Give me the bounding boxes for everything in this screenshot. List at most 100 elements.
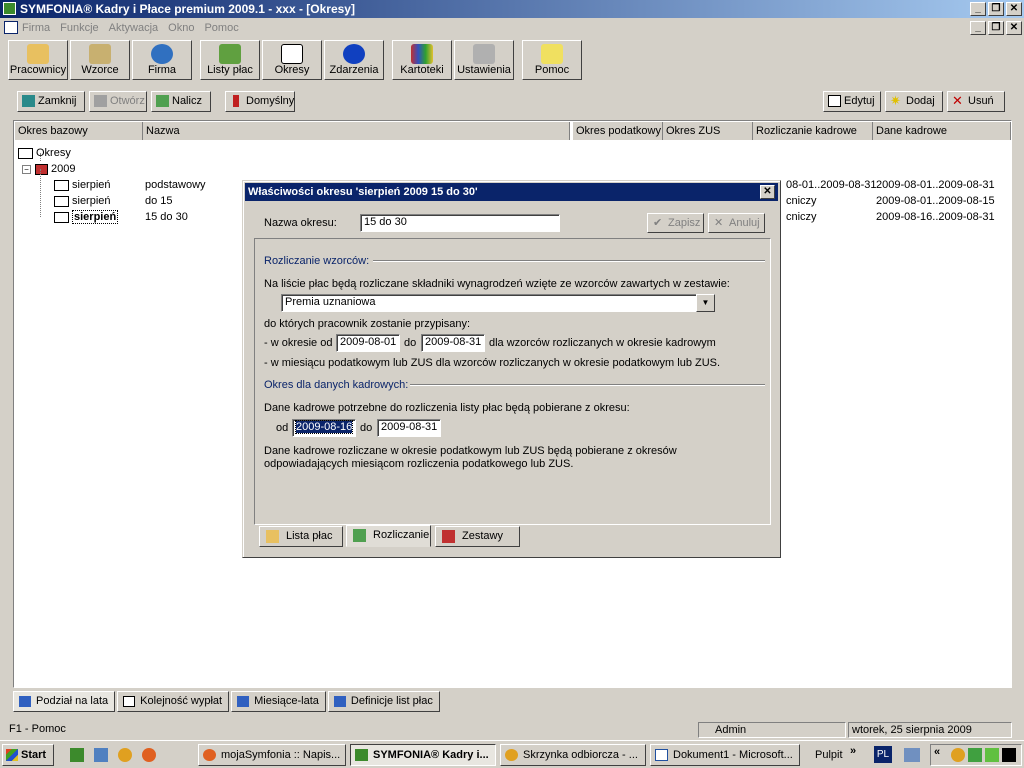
col-nazwa[interactable]: Nazwa bbox=[143, 122, 570, 140]
sliders-icon bbox=[473, 44, 495, 64]
menu-aktywacja[interactable]: Aktywacja bbox=[109, 19, 159, 37]
exclamation-icon bbox=[233, 95, 239, 107]
do2-date-input[interactable]: 2009-08-31 bbox=[377, 419, 441, 437]
wzorce-button[interactable]: Wzorce bbox=[70, 40, 130, 80]
anuluj-button[interactable]: ✕ Anuluj bbox=[708, 213, 765, 233]
calculator-icon bbox=[353, 529, 366, 542]
usun-button[interactable]: ✕ Usuń bbox=[947, 91, 1005, 112]
col-okres-bazowy[interactable]: Okres bazowy bbox=[15, 122, 143, 140]
listy-plac-button[interactable]: Listy płac bbox=[200, 40, 260, 80]
group-dane-kadrowe: Okres dla danych kadrowych: bbox=[264, 379, 409, 391]
quicklaunch-outlook-icon[interactable] bbox=[118, 748, 132, 762]
start-button[interactable]: Start bbox=[2, 744, 54, 766]
task-mojasymfonia[interactable]: mojaSymfonia :: Napis... bbox=[198, 744, 346, 766]
firma-button[interactable]: Firma bbox=[132, 40, 192, 80]
dialog-tab-zestawy[interactable]: Zestawy bbox=[435, 526, 520, 547]
okresy-button[interactable]: Okresy bbox=[262, 40, 322, 80]
check-icon: ✔ bbox=[653, 217, 663, 229]
quicklaunch-firefox-icon[interactable] bbox=[142, 748, 156, 762]
mdi-minimize-button[interactable]: _ bbox=[970, 21, 986, 35]
list-icon bbox=[123, 696, 136, 707]
pomoc-button[interactable]: Pomoc bbox=[522, 40, 582, 80]
kartoteki-button[interactable]: Kartoteki bbox=[392, 40, 452, 80]
tab-label: Definicje list płac bbox=[350, 695, 433, 707]
quicklaunch-desktop-icon[interactable] bbox=[94, 748, 108, 762]
tray-messenger-icon[interactable] bbox=[985, 748, 999, 762]
text-dane-kadrowe-zus-1: Dane kadrowe rozliczane w okresie podatk… bbox=[264, 445, 677, 457]
restore-button[interactable]: ❐ bbox=[988, 2, 1004, 16]
dialog-tab-rozliczanie[interactable]: Rozliczanie bbox=[346, 525, 431, 547]
col-dane-kadrowe[interactable]: Dane kadrowe bbox=[873, 122, 1011, 140]
tree-year[interactable]: − 2009 bbox=[22, 161, 75, 177]
od-date-input[interactable]: 2009-08-01 bbox=[336, 334, 400, 352]
toolbar-expand-icon[interactable]: » bbox=[850, 745, 856, 757]
task-label: mojaSymfonia :: Napis... bbox=[221, 749, 341, 761]
zamknij-button[interactable]: Zamknij bbox=[17, 91, 85, 112]
mdi-restore-button[interactable]: ❐ bbox=[988, 21, 1004, 35]
nalicz-button[interactable]: Nalicz bbox=[151, 91, 211, 112]
start-label: Start bbox=[21, 749, 47, 761]
globe-icon bbox=[151, 44, 173, 64]
pulpit-toolbar[interactable]: Pulpit bbox=[815, 748, 843, 762]
ustawienia-button[interactable]: Ustawienia bbox=[454, 40, 514, 80]
app-icon bbox=[3, 2, 16, 15]
tree-row[interactable]: sierpień bbox=[54, 193, 111, 209]
dialog-tab-lista-plac[interactable]: Lista płac bbox=[259, 526, 343, 547]
od2-date-input[interactable]: 2009-08-16 bbox=[292, 419, 356, 437]
mdi-close-button[interactable]: ✕ bbox=[1006, 21, 1022, 35]
tree-row[interactable]: sierpień bbox=[54, 177, 111, 193]
language-indicator[interactable]: PL bbox=[874, 746, 892, 763]
collapse-icon[interactable]: − bbox=[22, 164, 31, 174]
task-symfonia[interactable]: SYMFONIA® Kadry i... bbox=[350, 744, 496, 766]
do-date-input[interactable]: 2009-08-31 bbox=[421, 334, 485, 352]
nalicz-label: Nalicz bbox=[172, 95, 202, 107]
tab-podzial-na-lata[interactable]: Podział na lata bbox=[13, 691, 116, 712]
text-przypisany: do których pracownik zostanie przypisany… bbox=[264, 318, 471, 330]
domyslny-button[interactable]: Domyślny bbox=[225, 91, 295, 112]
menu-firma[interactable]: Firma bbox=[22, 19, 50, 37]
network-icon[interactable] bbox=[904, 748, 920, 762]
close-button[interactable]: ✕ bbox=[1006, 2, 1022, 16]
status-date: wtorek, 25 sierpnia 2009 bbox=[848, 722, 1012, 738]
tree-root[interactable]: Okresy bbox=[18, 145, 71, 161]
tray-expand-icon[interactable]: « bbox=[934, 746, 940, 758]
tab-kolejnosc-wyplat[interactable]: Kolejność wypłat bbox=[117, 691, 230, 712]
zestaw-select[interactable]: Premia uznaniowa bbox=[281, 294, 715, 312]
row-nazwa: 15 do 30 bbox=[145, 211, 188, 223]
menu-funkcje[interactable]: Funkcje bbox=[60, 19, 99, 37]
edytuj-button[interactable]: Edytuj bbox=[823, 91, 881, 112]
tray-shield-icon[interactable] bbox=[968, 748, 982, 762]
dodaj-button[interactable]: ✷ Dodaj bbox=[885, 91, 943, 112]
task-outlook[interactable]: Skrzynka odbiorcza - ... bbox=[500, 744, 646, 766]
dialog-close-button[interactable]: ✕ bbox=[760, 185, 775, 199]
col-okres-podatkowy[interactable]: Okres podatkowy bbox=[573, 122, 663, 140]
otworz-button[interactable]: Otwórz bbox=[89, 91, 147, 112]
task-word[interactable]: Dokument1 - Microsoft... bbox=[650, 744, 800, 766]
book-icon bbox=[54, 195, 69, 207]
pracownicy-button[interactable]: Pracownicy bbox=[8, 40, 68, 80]
tray-monitor-icon[interactable] bbox=[1002, 748, 1016, 762]
tree-row-selected[interactable]: sierpień bbox=[54, 209, 119, 225]
tree-year-label: 2009 bbox=[51, 163, 76, 175]
outlook-icon bbox=[505, 749, 518, 761]
tab-label: Kolejność wypłat bbox=[140, 695, 223, 707]
calendar-icon bbox=[281, 44, 303, 64]
menu-okno[interactable]: Okno bbox=[168, 19, 194, 37]
menu-pomoc[interactable]: Pomoc bbox=[204, 19, 238, 37]
col-okres-zus[interactable]: Okres ZUS bbox=[663, 122, 753, 140]
name-input[interactable]: 15 do 30 bbox=[360, 214, 560, 232]
tray-clock-icon[interactable] bbox=[951, 748, 965, 762]
domyslny-label: Domyślny bbox=[246, 95, 295, 107]
tab-definicje-list-plac[interactable]: Definicje list płac bbox=[327, 691, 440, 712]
zapisz-button[interactable]: ✔ Zapisz bbox=[647, 213, 704, 233]
quicklaunch-symfonia-icon[interactable] bbox=[70, 748, 84, 762]
text-zestaw-info: Na liście płac będą rozliczane składniki… bbox=[264, 278, 730, 290]
tree-root-label: Okresy bbox=[36, 147, 71, 159]
dropdown-arrow-icon[interactable]: ▼ bbox=[696, 294, 715, 312]
kartoteki-label: Kartoteki bbox=[400, 64, 444, 76]
col-rozliczanie-kadrowe[interactable]: Rozliczanie kadrowe bbox=[753, 122, 873, 140]
minimize-button[interactable]: _ bbox=[970, 2, 986, 16]
zdarzenia-button[interactable]: Zdarzenia bbox=[324, 40, 384, 80]
boxes-icon bbox=[442, 530, 455, 543]
tab-miesiace-lata[interactable]: Miesiące-lata bbox=[231, 691, 326, 712]
